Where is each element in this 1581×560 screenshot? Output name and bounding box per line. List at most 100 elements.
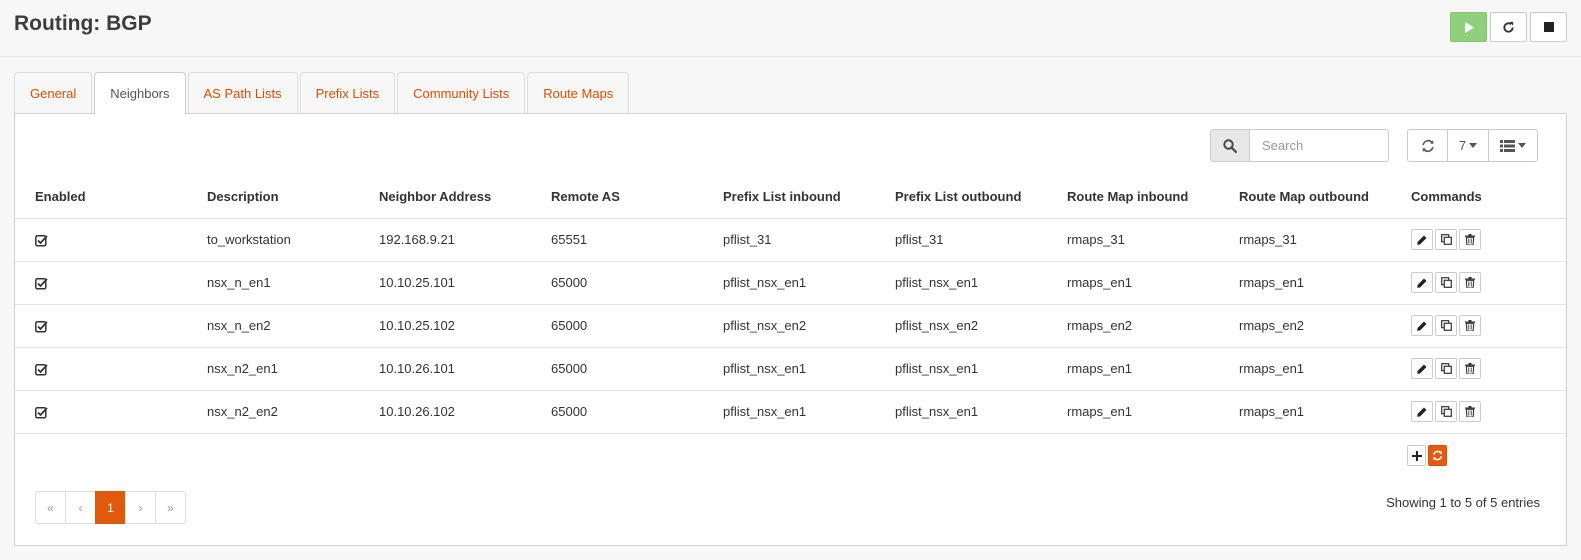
- tab-as-path-lists[interactable]: AS Path Lists: [187, 72, 298, 114]
- enabled-toggle[interactable]: [35, 361, 48, 376]
- clone-button[interactable]: [1435, 358, 1457, 379]
- plus-icon: [1411, 450, 1422, 461]
- check-square-icon: [35, 364, 48, 376]
- commands-cell: [1391, 347, 1566, 391]
- trash-icon: [1465, 320, 1475, 331]
- description-cell: nsx_n_en1: [187, 261, 359, 305]
- route-map-inbound-cell: rmaps_31: [1047, 218, 1219, 262]
- column-header-prefix-list-outbound[interactable]: Prefix List outbound: [875, 176, 1047, 219]
- table-row[interactable]: nsx_n_en2 10.10.25.102 65000 pflist_nsx_en2…: [15, 304, 1566, 348]
- trash-icon: [1465, 363, 1475, 374]
- start-service-button[interactable]: [1450, 12, 1487, 42]
- column-header-route-map-outbound[interactable]: Route Map outbound: [1219, 176, 1391, 219]
- copy-icon: [1440, 277, 1452, 288]
- table-row[interactable]: to_workstation 192.168.9.21 65551 pflist_31…: [15, 218, 1566, 262]
- clone-button[interactable]: [1435, 229, 1457, 250]
- first-page-button[interactable]: «: [35, 491, 66, 524]
- route-map-inbound-cell: rmaps_en1: [1047, 347, 1219, 391]
- reconfigure-button[interactable]: [1428, 445, 1447, 466]
- remote-as-cell: 65551: [531, 218, 703, 262]
- edit-button[interactable]: [1411, 315, 1433, 336]
- page-size-value: 7: [1458, 138, 1467, 153]
- enabled-toggle[interactable]: [35, 275, 48, 290]
- delete-button[interactable]: [1459, 315, 1481, 336]
- search-group: [1210, 129, 1389, 162]
- page-size-dropdown[interactable]: 7: [1447, 129, 1489, 162]
- pencil-icon: [1417, 235, 1427, 245]
- table-row[interactable]: nsx_n2_en1 10.10.26.101 65000 pflist_nsx_en…: [15, 347, 1566, 391]
- delete-button[interactable]: [1459, 229, 1481, 250]
- restart-service-button[interactable]: [1490, 12, 1527, 42]
- column-selector-dropdown[interactable]: [1488, 129, 1538, 162]
- enabled-toggle[interactable]: [35, 232, 48, 247]
- prefix-list-inbound-cell: pflist_nsx_en1: [703, 390, 875, 434]
- prefix-list-inbound-cell: pflist_nsx_en1: [703, 261, 875, 305]
- refresh-icon: [1421, 139, 1434, 152]
- delete-button[interactable]: [1459, 401, 1481, 422]
- page-header: Routing: BGP: [0, 0, 1581, 57]
- delete-button[interactable]: [1459, 358, 1481, 379]
- column-header-route-map-inbound[interactable]: Route Map inbound: [1047, 176, 1219, 219]
- prefix-list-outbound-cell: pflist_nsx_en2: [875, 304, 1047, 348]
- enabled-toggle[interactable]: [35, 318, 48, 333]
- trash-icon: [1465, 406, 1475, 417]
- clone-button[interactable]: [1435, 315, 1457, 336]
- pagination: « ‹ 1 › »: [35, 491, 186, 524]
- tab-community-lists[interactable]: Community Lists: [397, 72, 526, 114]
- pencil-icon: [1417, 364, 1427, 374]
- neighbor-address-cell: 10.10.26.102: [359, 390, 531, 434]
- clone-button[interactable]: [1435, 272, 1457, 293]
- check-square-icon: [35, 278, 48, 290]
- prefix-list-inbound-cell: pflist_31: [703, 218, 875, 262]
- page-1-button[interactable]: 1: [95, 491, 126, 524]
- pencil-icon: [1417, 321, 1427, 331]
- tab-neighbors[interactable]: Neighbors: [94, 72, 186, 115]
- pencil-icon: [1417, 278, 1427, 288]
- stop-icon: [1543, 22, 1554, 32]
- previous-page-button[interactable]: ‹: [65, 491, 96, 524]
- remote-as-cell: 65000: [531, 390, 703, 434]
- edit-button[interactable]: [1411, 272, 1433, 293]
- edit-button[interactable]: [1411, 229, 1433, 250]
- search-input[interactable]: [1250, 129, 1389, 162]
- tab-prefix-lists[interactable]: Prefix Lists: [299, 72, 396, 114]
- trash-icon: [1465, 234, 1475, 245]
- delete-button[interactable]: [1459, 272, 1481, 293]
- clone-button[interactable]: [1435, 401, 1457, 422]
- column-header-enabled[interactable]: Enabled: [15, 176, 187, 219]
- copy-icon: [1440, 406, 1452, 417]
- prefix-list-outbound-cell: pflist_nsx_en1: [875, 347, 1047, 391]
- table-row[interactable]: nsx_n2_en2 10.10.26.102 65000 pflist_nsx_en…: [15, 390, 1566, 434]
- commands-cell: [1391, 390, 1566, 434]
- prefix-list-outbound-cell: pflist_nsx_en1: [875, 390, 1047, 434]
- route-map-outbound-cell: rmaps_31: [1219, 218, 1391, 262]
- stop-service-button[interactable]: [1530, 12, 1567, 42]
- enabled-cell: [15, 218, 187, 262]
- description-cell: nsx_n2_en1: [187, 347, 359, 391]
- reload-icon: [1503, 21, 1514, 33]
- route-map-inbound-cell: rmaps_en1: [1047, 261, 1219, 305]
- prefix-list-inbound-cell: pflist_nsx_en1: [703, 347, 875, 391]
- table-row[interactable]: nsx_n_en1 10.10.25.101 65000 pflist_nsx_en1…: [15, 261, 1566, 305]
- neighbor-address-cell: 10.10.25.102: [359, 304, 531, 348]
- refresh-grid-button[interactable]: [1407, 129, 1448, 162]
- next-page-button[interactable]: ›: [125, 491, 156, 524]
- column-header-neighbor-address[interactable]: Neighbor Address: [359, 176, 531, 219]
- trash-icon: [1465, 277, 1475, 288]
- last-page-button[interactable]: »: [155, 491, 186, 524]
- tab-general[interactable]: General: [14, 72, 93, 114]
- entries-info: Showing 1 to 5 of 5 entries: [1386, 495, 1540, 510]
- column-header-prefix-list-inbound[interactable]: Prefix List inbound: [703, 176, 875, 219]
- play-icon: [1464, 21, 1474, 33]
- enabled-toggle[interactable]: [35, 404, 48, 419]
- column-header-description[interactable]: Description: [187, 176, 359, 219]
- search-icon: [1223, 138, 1237, 153]
- remote-as-cell: 65000: [531, 347, 703, 391]
- pencil-icon: [1417, 407, 1427, 417]
- enabled-cell: [15, 347, 187, 391]
- tab-route-maps[interactable]: Route Maps: [527, 72, 630, 114]
- edit-button[interactable]: [1411, 358, 1433, 379]
- column-header-remote-as[interactable]: Remote AS: [531, 176, 703, 219]
- edit-button[interactable]: [1411, 401, 1433, 422]
- add-neighbor-button[interactable]: [1407, 445, 1426, 466]
